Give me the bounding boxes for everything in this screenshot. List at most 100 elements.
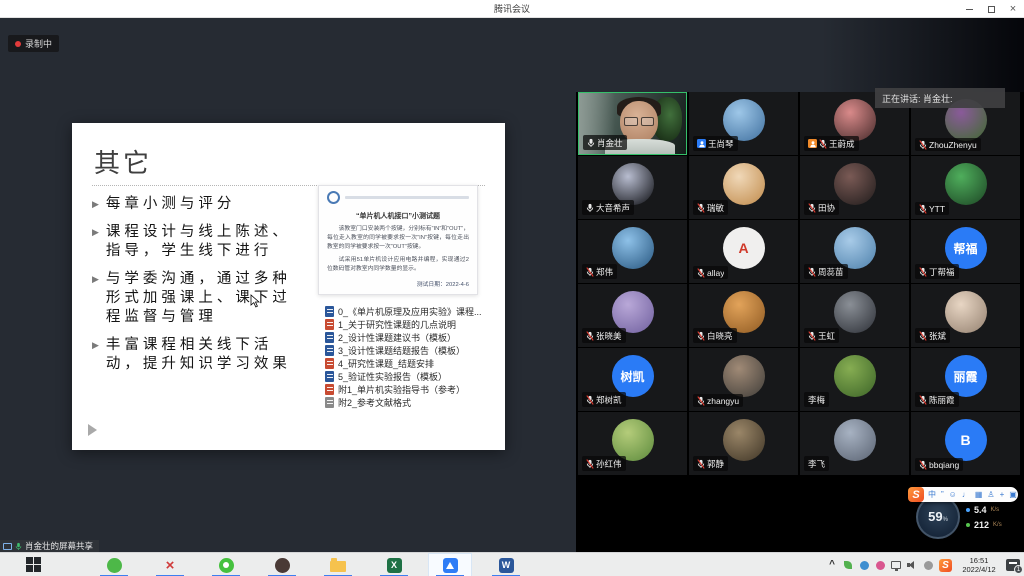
punctuation-icon[interactable]: ” xyxy=(941,491,944,499)
participant-name-tag: 大音希声 xyxy=(582,200,634,215)
app-dark-circle[interactable] xyxy=(260,553,304,576)
doc-file-icon xyxy=(325,332,334,343)
doc-title: “单片机人机接口”小测试题 xyxy=(327,211,469,221)
circle-glyph xyxy=(107,558,122,573)
avatar xyxy=(723,419,765,461)
participant-tile[interactable]: 肖金壮 xyxy=(578,92,687,155)
participant-tile[interactable]: 张斌 xyxy=(911,284,1020,347)
tray-volume-icon[interactable] xyxy=(907,559,917,572)
participant-tile[interactable]: 周蕊苗 xyxy=(800,220,909,283)
participant-tile[interactable]: 孙红伟 xyxy=(578,412,687,475)
bullet-text: 丰富课程相关线下活动，提升知识学习效果 xyxy=(106,336,307,374)
minimize-button[interactable] xyxy=(958,0,980,18)
mic-muted-icon xyxy=(586,267,594,277)
screen-share-indicator: 肖金壮的屏幕共享 xyxy=(0,540,99,552)
participant-name: 郑树凯 xyxy=(596,394,622,406)
app-red-x[interactable]: × xyxy=(148,553,192,576)
avatar xyxy=(723,355,765,397)
participant-tile[interactable]: Aallay xyxy=(689,220,798,283)
start-button[interactable] xyxy=(26,557,42,573)
recording-badge[interactable]: 录制中 xyxy=(8,35,59,52)
app-tencent-meeting-icon xyxy=(442,557,458,573)
app-wechat[interactable] xyxy=(204,553,248,576)
participant-name-tag: 丁帮福 xyxy=(915,264,959,279)
action-center-button[interactable]: 1 xyxy=(1006,559,1020,571)
chinese-english-toggle-icon[interactable]: 中 xyxy=(928,491,936,499)
app-excel[interactable]: X xyxy=(372,553,416,576)
participant-tile[interactable]: zhangyu xyxy=(689,348,798,411)
mic-muted-icon xyxy=(586,331,594,341)
file-list-item: 5_验证性实验报告（模板） xyxy=(325,371,502,382)
participant-tile[interactable]: 李梅 xyxy=(800,348,909,411)
file-list-item: 0_《单片机原理及应用实验》课程... xyxy=(325,306,502,317)
bullet-text: 课程设计与线上陈述、指导，学生线下进行 xyxy=(106,223,307,261)
participant-tile[interactable]: 王虹 xyxy=(800,284,909,347)
doc-file-icon xyxy=(325,371,334,382)
tray-pink-app-icon[interactable] xyxy=(875,559,885,572)
participant-name-tag: 白晓亮 xyxy=(693,328,737,343)
avatar: B xyxy=(945,419,987,461)
file-label: 2_设计性课题建议书（模板） xyxy=(338,331,456,344)
soft-keyboard-icon[interactable]: ▦ xyxy=(975,491,983,499)
participant-name: 郭静 xyxy=(707,458,724,470)
participant-tile[interactable]: 郭静 xyxy=(689,412,798,475)
participant-tile[interactable]: 白晓亮 xyxy=(689,284,798,347)
app-360-browser[interactable] xyxy=(92,553,136,576)
network-speed-widget[interactable]: 5.4 K/s 212 K/s xyxy=(966,505,1002,530)
participant-tile[interactable]: 瑞敏 xyxy=(689,156,798,219)
participant-tile[interactable]: 丽霞陈丽霞 xyxy=(911,348,1020,411)
toolbox-icon[interactable]: ▣ xyxy=(1009,491,1017,499)
mic-muted-icon xyxy=(919,204,927,214)
tray-security-leaf-icon[interactable] xyxy=(843,559,853,572)
tray-display-icon[interactable] xyxy=(891,559,901,572)
clock[interactable]: 16:51 2022/4/12 xyxy=(958,556,1000,574)
participant-name-tag: 郑树凯 xyxy=(582,392,626,407)
shared-slide: 其它 ▶每章小测与评分▶课程设计与线上陈述、指导，学生线下进行▶与学委沟通，通过… xyxy=(72,123,505,450)
emoji-picker-icon[interactable]: ☺ xyxy=(949,491,957,499)
tray-network-globe-icon[interactable] xyxy=(859,559,869,572)
close-button[interactable]: × xyxy=(1002,0,1024,18)
role-badge-icon xyxy=(697,139,706,148)
account-icon[interactable]: ♙ xyxy=(987,491,994,499)
voice-input-icon[interactable]: ♩ xyxy=(962,491,970,499)
app-tencent-meeting[interactable] xyxy=(428,553,472,576)
participant-name: 王蔚成 xyxy=(829,138,855,150)
app-file-explorer[interactable] xyxy=(316,553,360,576)
monitor-icon xyxy=(3,543,12,550)
file-list-item: 2_设计性课题建议书（模板） xyxy=(325,332,502,343)
windows-taskbar: × X W ^ S 16:51 2022/4/12 1 xyxy=(0,552,1024,576)
participant-tile[interactable]: YTT xyxy=(911,156,1020,219)
app-word[interactable]: W xyxy=(484,553,528,576)
participant-name-tag: zhangyu xyxy=(693,394,743,407)
file-label: 1_关于研究性课题的几点说明 xyxy=(338,318,456,331)
sogou-logo-icon[interactable]: S xyxy=(908,487,924,502)
sogou-ime-toolbar[interactable]: S 中”☺♩▦♙+▣ xyxy=(912,487,1018,502)
avatar xyxy=(834,163,876,205)
circle-glyph xyxy=(275,558,290,573)
upload-dot-icon xyxy=(966,508,970,512)
participant-tile[interactable]: 树凯郑树凯 xyxy=(578,348,687,411)
participant-tile[interactable]: 田协 xyxy=(800,156,909,219)
minimize-icon xyxy=(966,9,973,10)
bullet-text: 每章小测与评分 xyxy=(106,195,236,214)
bullet-arrow-icon: ▶ xyxy=(92,195,99,214)
maximize-button[interactable] xyxy=(980,0,1002,18)
window-title-bar[interactable]: 腾讯会议 × xyxy=(0,0,1024,18)
skin-center-icon[interactable]: + xyxy=(1000,491,1005,499)
avatar: 丽霞 xyxy=(945,355,987,397)
participant-name: ZhouZhenyu xyxy=(929,140,977,150)
tray-sogou-icon[interactable]: S xyxy=(939,559,952,572)
doc-file-icon xyxy=(325,358,334,369)
participant-tile[interactable]: 郑伟 xyxy=(578,220,687,283)
participant-tile[interactable]: 李飞 xyxy=(800,412,909,475)
window-title: 腾讯会议 xyxy=(494,2,530,15)
participant-tile[interactable]: 张晓美 xyxy=(578,284,687,347)
dot-glyph xyxy=(876,561,885,570)
participant-tile[interactable]: 大音希声 xyxy=(578,156,687,219)
participant-tile[interactable]: Bbbqiang xyxy=(911,412,1020,475)
participant-tile[interactable]: 帮福丁帮福 xyxy=(911,220,1020,283)
doc-file-icon xyxy=(325,306,334,317)
participant-tile[interactable]: 王尚琴 xyxy=(689,92,798,155)
tray-ime-status-icon[interactable] xyxy=(923,559,933,572)
tray-expand-chevron-icon[interactable]: ^ xyxy=(827,559,837,572)
